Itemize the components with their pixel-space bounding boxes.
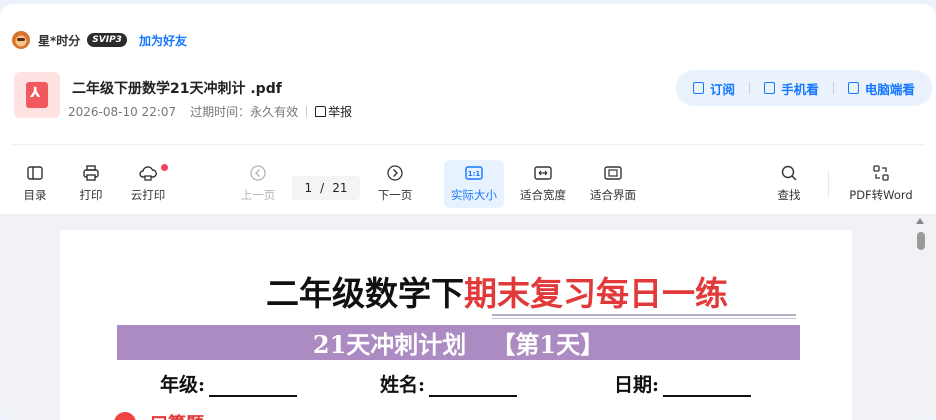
fit-width-button[interactable]: 适合宽度	[518, 160, 568, 208]
cloud-icon	[138, 163, 158, 183]
printer-icon	[81, 163, 101, 183]
actual-size-icon: 1:1	[464, 163, 484, 183]
fit-width-icon	[533, 163, 553, 183]
name-blank	[429, 379, 518, 397]
fit-page-label: 适合界面	[590, 188, 636, 202]
view-actions: 订阅 手机看 电脑端看	[676, 70, 932, 106]
toolbar-divider	[828, 170, 829, 198]
scrollbar-thumb[interactable]	[917, 232, 925, 250]
actual-size-button[interactable]: 1:1 实际大小	[444, 160, 504, 208]
grade-blank	[209, 379, 298, 397]
grade-label: 年级:	[160, 374, 206, 396]
name-field: 姓名:	[380, 370, 518, 397]
uploader-row: 星*时分 SVIP3 加为好友	[12, 28, 187, 52]
action-divider	[749, 82, 751, 94]
desktop-view-button[interactable]: 电脑端看	[847, 79, 915, 98]
action-divider	[832, 82, 834, 94]
viewer-toolbar: 目录 打印 云打印 上一页 1 / 21 下一页 1:1 实际大小 适合宽度 适…	[0, 160, 936, 212]
mobile-view-button[interactable]: 手机看	[764, 79, 819, 98]
page-separator: /	[320, 181, 325, 195]
search-button[interactable]: 查找	[774, 160, 804, 208]
notification-dot	[161, 164, 168, 171]
scroll-up-arrow[interactable]	[916, 218, 924, 224]
name-label: 姓名:	[380, 374, 426, 396]
report-link[interactable]: 举报	[315, 103, 352, 120]
heading-underline	[492, 314, 796, 319]
convert-icon	[871, 163, 891, 183]
svg-text:1:1: 1:1	[468, 170, 481, 178]
page-heading: 二年级数学下期末复习每日一练	[266, 267, 728, 315]
monitor-icon	[847, 82, 859, 94]
date-label: 日期:	[614, 374, 660, 396]
header-divider	[12, 144, 924, 145]
subscribe-button[interactable]: 订阅	[693, 79, 735, 98]
expire-time: 过期时间：永久有效	[190, 105, 299, 119]
file-title: 二年级下册数学21天冲刺计 .pdf	[72, 81, 282, 97]
print-button[interactable]: 打印	[76, 160, 106, 208]
pdf-to-word-label: PDF转Word	[849, 188, 913, 202]
print-label: 打印	[79, 188, 103, 202]
plan-banner: 21天冲刺计划 【第1天】	[117, 325, 800, 360]
report-label: 举报	[328, 105, 353, 119]
page-indicator[interactable]: 1 / 21	[292, 176, 360, 200]
date-blank	[663, 379, 752, 397]
search-label: 查找	[777, 188, 801, 202]
document-viewer-card: 星*时分 SVIP3 加为好友 二年级下册数学21天冲刺计 .pdf 2026-…	[0, 4, 936, 420]
sidebar-icon	[25, 163, 45, 183]
catalog-label: 目录	[23, 188, 47, 202]
total-pages: 21	[332, 181, 348, 195]
section-marker	[114, 412, 136, 420]
grade-field: 年级:	[160, 370, 298, 397]
vip-badge: SVIP3	[87, 33, 127, 47]
prev-page-label: 上一页	[240, 188, 276, 202]
mobile-view-label: 手机看	[781, 81, 819, 97]
add-friend-link[interactable]: 加为好友	[139, 32, 187, 49]
next-page-button[interactable]: 下一页	[376, 160, 414, 208]
avatar[interactable]	[12, 31, 30, 49]
prev-page-button[interactable]: 上一页	[238, 160, 278, 208]
cloud-print-button[interactable]: 云打印	[128, 160, 168, 208]
phone-icon	[764, 82, 776, 94]
actual-size-label: 实际大小	[451, 188, 497, 202]
heading-red-part: 期末复习每日一练	[464, 274, 728, 313]
meta-divider	[306, 106, 308, 117]
next-page-label: 下一页	[377, 188, 413, 202]
chevron-left-icon	[248, 163, 268, 183]
subscribe-label: 订阅	[710, 81, 736, 97]
file-meta: 2026-08-10 22:07 过期时间：永久有效 举报	[68, 103, 352, 120]
pdf-to-word-button[interactable]: PDF转Word	[848, 160, 914, 208]
fit-width-label: 适合宽度	[520, 188, 566, 202]
section-heading: 口算题	[114, 410, 204, 420]
cloud-print-label: 云打印	[130, 188, 166, 202]
subscribe-icon	[693, 82, 705, 94]
current-page: 1	[304, 181, 313, 195]
desktop-view-label: 电脑端看	[864, 81, 915, 97]
fit-page-icon	[603, 163, 623, 183]
document-page: 二年级数学下期末复习每日一练 21天冲刺计划 【第1天】 年级: 姓名: 日期:	[60, 230, 852, 420]
fit-page-button[interactable]: 适合界面	[588, 160, 638, 208]
heading-black-part: 二年级数学下	[266, 274, 464, 313]
search-icon	[779, 163, 799, 183]
chevron-right-icon	[385, 163, 405, 183]
date-field: 日期:	[614, 370, 752, 397]
report-icon	[315, 106, 327, 117]
uploader-name[interactable]: 星*时分	[38, 32, 80, 49]
document-area[interactable]: 二年级数学下期末复习每日一练 21天冲刺计划 【第1天】 年级: 姓名: 日期:	[0, 214, 936, 420]
catalog-button[interactable]: 目录	[20, 160, 50, 208]
pdf-file-icon	[14, 72, 60, 118]
section-title: 口算题	[150, 410, 204, 420]
plan-banner-text: 21天冲刺计划 【第1天】	[312, 330, 605, 359]
upload-date: 2026-08-10 22:07	[68, 104, 177, 119]
